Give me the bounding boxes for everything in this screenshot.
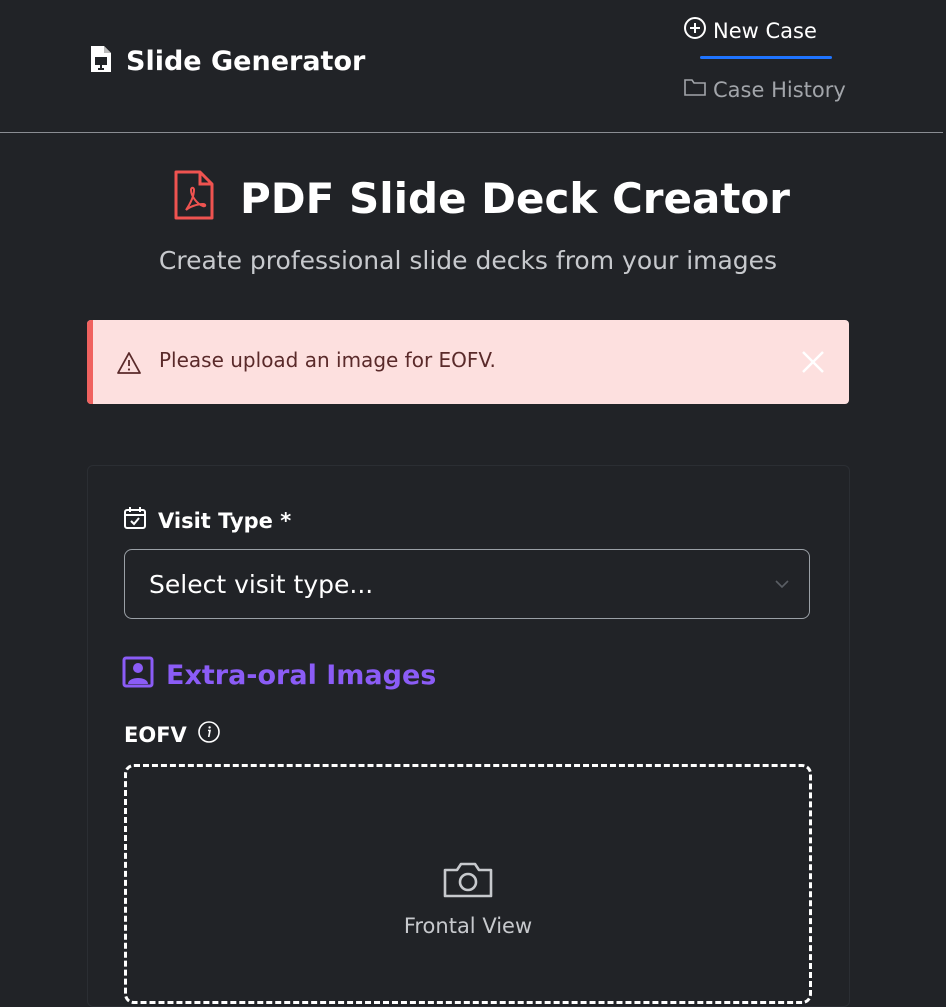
plus-circle-icon xyxy=(683,16,707,45)
hero-subtitle: Create professional slide decks from you… xyxy=(158,246,778,275)
page-title: PDF Slide Deck Creator xyxy=(172,170,790,226)
close-icon[interactable] xyxy=(799,348,827,380)
slide-file-icon xyxy=(88,44,114,78)
brand[interactable]: Slide Generator xyxy=(88,44,365,78)
warning-icon xyxy=(116,351,142,379)
visit-type-select[interactable]: Select visit type... xyxy=(124,549,810,619)
visit-type-placeholder: Select visit type... xyxy=(149,570,374,599)
extra-oral-section-title: Extra-oral Images xyxy=(122,656,436,695)
chevron-down-icon xyxy=(773,576,791,595)
alert-accent-bar xyxy=(87,320,93,404)
person-badge-icon xyxy=(122,656,154,695)
folder-icon xyxy=(683,76,707,103)
dropzone-label: Frontal View xyxy=(403,914,533,938)
calendar-check-icon xyxy=(122,505,148,536)
camera-icon xyxy=(441,858,495,906)
nav-new-case-label: New Case xyxy=(713,18,817,43)
info-icon[interactable] xyxy=(197,720,221,749)
eofv-label: EOFV xyxy=(124,720,221,749)
active-tab-indicator xyxy=(700,56,832,59)
nav-case-history[interactable]: Case History xyxy=(683,76,846,103)
pdf-file-icon xyxy=(172,170,216,226)
section-title-text: Extra-oral Images xyxy=(166,660,437,691)
hero-title: PDF Slide Deck Creator xyxy=(240,173,790,223)
nav-new-case[interactable]: New Case xyxy=(683,16,817,45)
visit-type-label-text: Visit Type * xyxy=(158,508,292,533)
alert-message: Please upload an image for EOFV. xyxy=(159,348,496,372)
app-title: Slide Generator xyxy=(126,45,366,77)
visit-type-label: Visit Type * xyxy=(122,505,291,536)
eofv-label-text: EOFV xyxy=(124,722,187,747)
nav-case-history-label: Case History xyxy=(713,77,846,102)
